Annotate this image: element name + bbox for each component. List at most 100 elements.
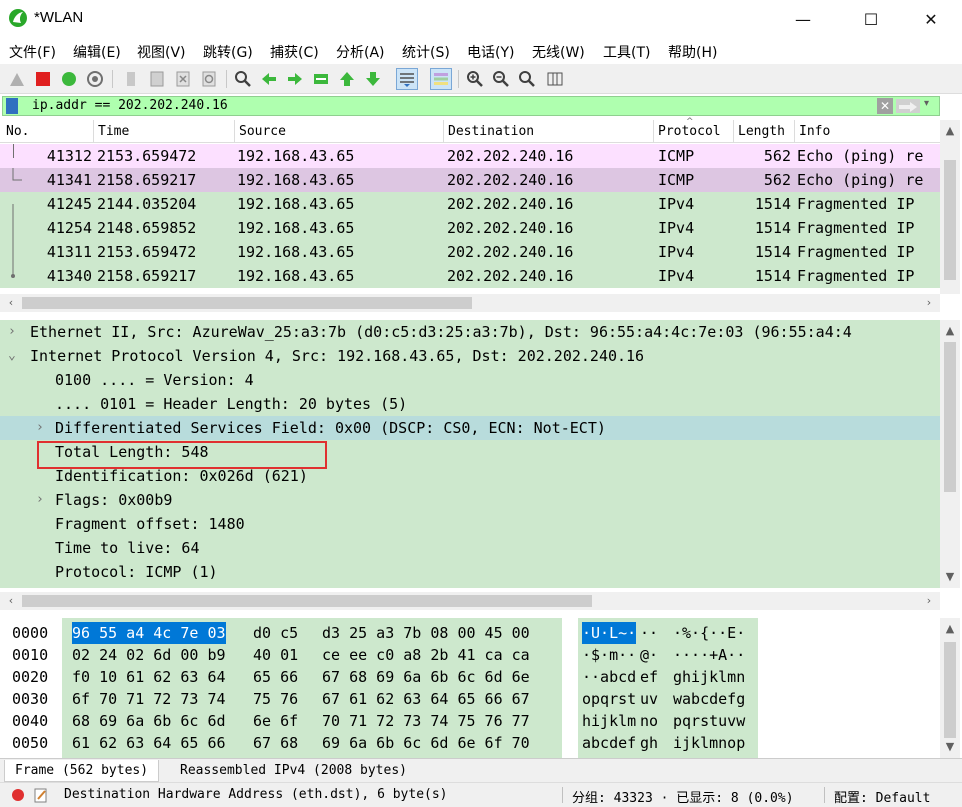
- col-length[interactable]: Length: [738, 124, 785, 139]
- details-hscrollbar[interactable]: ‹ ›: [0, 592, 940, 610]
- packet-row[interactable]: 41245 2144.035204 192.168.43.65 202.202.240…: [0, 192, 940, 216]
- detail-text: Flags: 0x00b9: [55, 491, 173, 509]
- status-profile[interactable]: 配置: Default: [834, 787, 930, 806]
- zoom-reset-icon[interactable]: [516, 68, 538, 90]
- restart-capture-icon[interactable]: [58, 68, 80, 90]
- bookmark-icon[interactable]: [6, 98, 18, 114]
- detail-row[interactable]: › Flags: 0x00b9: [0, 488, 940, 512]
- packet-list-hscrollbar[interactable]: ‹ ›: [0, 294, 940, 312]
- collapse-icon[interactable]: ⌄: [8, 344, 16, 368]
- display-filter-input[interactable]: ip.addr == 202.202.240.16: [32, 96, 228, 116]
- resize-columns-icon[interactable]: [544, 68, 566, 90]
- packet-cell-src: 192.168.43.65: [237, 267, 355, 285]
- go-to-packet-icon[interactable]: [310, 68, 332, 90]
- bytes-asc2: ijklmnop: [673, 734, 746, 752]
- bytes-vscrollbar[interactable]: ▲ ▼: [940, 618, 960, 758]
- detail-row[interactable]: Time to live: 64: [0, 536, 940, 560]
- packet-cell-no: 41341: [46, 171, 92, 189]
- detail-row[interactable]: › Ethernet II, Src: AzureWav_25:a3:7b (d0…: [0, 320, 940, 344]
- detail-row[interactable]: .... 0101 = Header Length: 20 bytes (5): [0, 392, 940, 416]
- expand-icon[interactable]: ›: [36, 416, 44, 440]
- bytes-asc1b: gh: [640, 734, 659, 752]
- maximize-button[interactable]: ☐: [848, 0, 894, 38]
- packet-cell-proto: IPv4: [658, 243, 695, 261]
- find-packet-icon[interactable]: [232, 68, 254, 90]
- start-capture-icon[interactable]: [6, 68, 28, 90]
- col-time[interactable]: Time: [98, 124, 129, 139]
- menu-tools[interactable]: 工具(T): [603, 42, 650, 62]
- col-no[interactable]: No.: [6, 124, 29, 139]
- detail-row[interactable]: 0100 .... = Version: 4: [0, 368, 940, 392]
- packet-row[interactable]: 41312 2153.659472 192.168.43.65 202.202.240…: [0, 144, 940, 168]
- col-destination[interactable]: Destination: [448, 124, 534, 139]
- close-button[interactable]: ✕: [908, 0, 954, 38]
- detail-row[interactable]: › Differentiated Services Field: 0x00 (DS…: [0, 416, 940, 440]
- bytes-asc1: hijklm: [582, 712, 637, 730]
- bytes-asc1: opqrst: [582, 690, 637, 708]
- menu-edit[interactable]: 编辑(E): [73, 42, 121, 62]
- bytes-row[interactable]: 0000 96 55 a4 4c 7e 03 d0 c5 d3 25 a3 7b 08…: [0, 622, 940, 644]
- zoom-out-icon[interactable]: [490, 68, 512, 90]
- packet-list-vscrollbar[interactable]: ▲: [940, 120, 960, 294]
- save-file-icon[interactable]: [146, 68, 168, 90]
- col-info[interactable]: Info: [799, 124, 830, 139]
- packet-row[interactable]: 41341 2158.659217 192.168.43.65 202.202.240…: [0, 168, 940, 192]
- apply-filter-icon[interactable]: [896, 99, 920, 113]
- open-file-icon[interactable]: [120, 68, 142, 90]
- detail-text: Fragment offset: 1480: [55, 515, 245, 533]
- bytes-row[interactable]: 0030 6f 70 71 72 73 74 75 76 67 61 62 63 64…: [0, 688, 940, 710]
- autoscroll-icon[interactable]: [396, 68, 418, 90]
- bytes-row[interactable]: 0050 61 62 63 64 65 66 67 68 69 6a 6b 6c 6d…: [0, 732, 940, 754]
- menu-view[interactable]: 视图(V): [137, 42, 186, 62]
- reload-file-icon[interactable]: [198, 68, 220, 90]
- capture-options-icon[interactable]: [84, 68, 106, 90]
- last-packet-icon[interactable]: [362, 68, 384, 90]
- expand-icon[interactable]: ›: [36, 488, 44, 512]
- menu-analyze[interactable]: 分析(A): [336, 42, 385, 62]
- minimize-button[interactable]: —: [780, 0, 826, 38]
- tab-reassembled[interactable]: Reassembled IPv4 (2008 bytes): [170, 760, 417, 782]
- menu-file[interactable]: 文件(F): [9, 42, 56, 62]
- packet-row[interactable]: 41340 2158.659217 192.168.43.65 202.202.240…: [0, 264, 940, 288]
- edit-comment-icon[interactable]: [34, 787, 48, 803]
- filter-dropdown-icon[interactable]: ▾: [924, 98, 929, 109]
- menu-wireless[interactable]: 无线(W): [532, 42, 585, 62]
- bytes-tabs: Frame (562 bytes) Reassembled IPv4 (2008…: [0, 758, 962, 782]
- colorize-icon[interactable]: [430, 68, 452, 90]
- close-file-icon[interactable]: [172, 68, 194, 90]
- packet-row[interactable]: 41311 2153.659472 192.168.43.65 202.202.240…: [0, 240, 940, 264]
- tab-frame[interactable]: Frame (562 bytes): [4, 760, 160, 782]
- menu-telephony[interactable]: 电话(Y): [467, 42, 514, 62]
- first-packet-icon[interactable]: [336, 68, 358, 90]
- go-forward-icon[interactable]: [284, 68, 306, 90]
- bytes-hex1: 61 62 63 64 65 66: [72, 734, 226, 752]
- packet-cell-no: 41245: [46, 195, 92, 213]
- related-packet-indicator: [10, 168, 26, 288]
- detail-row[interactable]: Protocol: ICMP (1): [0, 560, 940, 584]
- packet-row[interactable]: 41254 2148.659852 192.168.43.65 202.202.240…: [0, 216, 940, 240]
- stop-capture-icon[interactable]: [32, 68, 54, 90]
- detail-row[interactable]: ⌄ Internet Protocol Version 4, Src: 192.1…: [0, 344, 940, 368]
- col-source[interactable]: Source: [239, 124, 286, 139]
- bytes-row[interactable]: 0020 f0 10 61 62 63 64 65 66 67 68 69 6a 6b…: [0, 666, 940, 688]
- bytes-hex2: 67 68 69 6a 6b 6c 6d 6e: [322, 668, 530, 686]
- detail-row[interactable]: Fragment offset: 1480: [0, 512, 940, 536]
- clear-filter-icon[interactable]: ✕: [877, 98, 893, 114]
- bytes-row[interactable]: 0010 02 24 02 6d 00 b9 40 01 ce ee c0 a8 2b…: [0, 644, 940, 666]
- bytes-hex2: 69 6a 6b 6c 6d 6e 6f 70: [322, 734, 530, 752]
- menu-go[interactable]: 跳转(G): [203, 42, 253, 62]
- zoom-in-icon[interactable]: [464, 68, 486, 90]
- details-vscrollbar[interactable]: ▲ ▼: [940, 320, 960, 588]
- bytes-asc2: ·%·{··E·: [673, 624, 746, 642]
- go-back-icon[interactable]: [258, 68, 280, 90]
- bytes-off: 0040: [12, 712, 49, 730]
- packet-cell-info: Echo (ping) re: [797, 147, 924, 165]
- packet-cell-no: 41340: [46, 267, 92, 285]
- menu-statistics[interactable]: 统计(S): [402, 42, 450, 62]
- menu-help[interactable]: 帮助(H): [668, 42, 717, 62]
- packet-cell-proto: IPv4: [658, 267, 695, 285]
- bytes-row[interactable]: 0040 68 69 6a 6b 6c 6d 6e 6f 70 71 72 73 74…: [0, 710, 940, 732]
- menu-capture[interactable]: 捕获(C): [270, 42, 319, 62]
- packet-cell-len: 562: [763, 147, 791, 165]
- expand-icon[interactable]: ›: [8, 320, 16, 344]
